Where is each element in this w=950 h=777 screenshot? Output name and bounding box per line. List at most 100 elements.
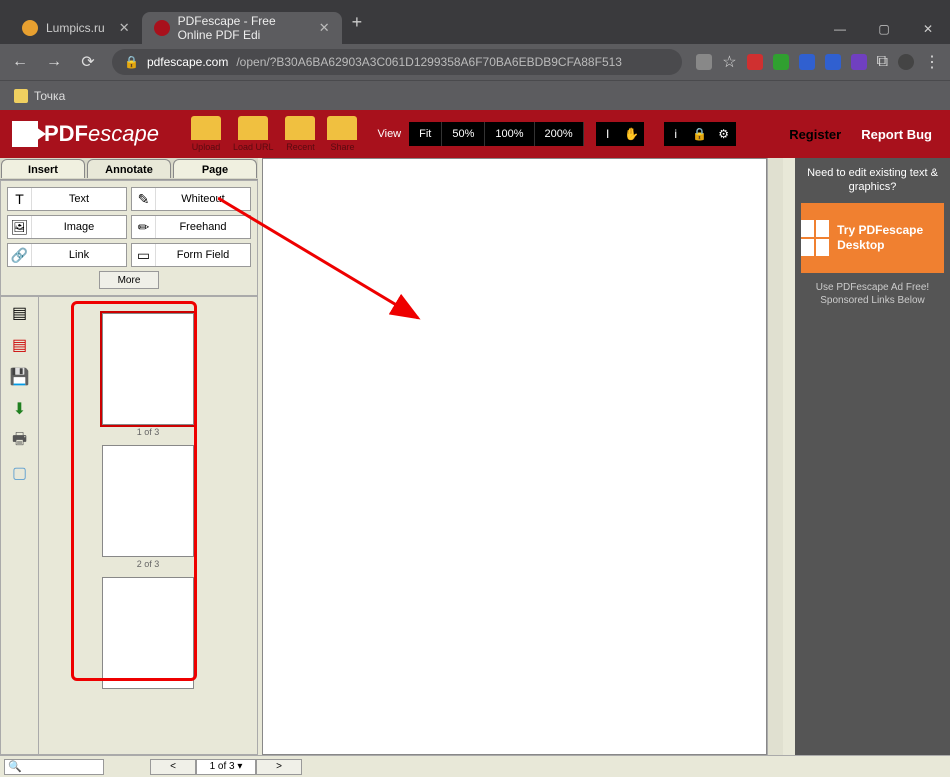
- translate-icon[interactable]: [696, 54, 712, 70]
- tab-insert[interactable]: Insert: [1, 159, 85, 178]
- url-field[interactable]: 🔒 pdfescape.com /open/?B30A6BA62903A3C06…: [112, 49, 682, 75]
- image-tool-button[interactable]: 🖼Image: [7, 215, 127, 239]
- page-select[interactable]: 1 of 3 ▾: [196, 759, 256, 775]
- page-thumbnail[interactable]: [102, 577, 194, 689]
- freehand-icon: ✏: [132, 216, 156, 238]
- settings-gear-icon[interactable]: ⚙: [712, 122, 736, 146]
- page-prev-button[interactable]: <: [150, 759, 196, 775]
- bookmarks-bar: Точка: [0, 80, 950, 110]
- header-links: Register Report Bug: [771, 127, 950, 142]
- try-desktop-button[interactable]: Try PDFescape Desktop: [801, 203, 944, 273]
- thumbnails-list[interactable]: 1 of 3 2 of 3: [39, 297, 257, 754]
- tab-annotate[interactable]: Annotate: [87, 159, 171, 178]
- register-link[interactable]: Register: [789, 127, 841, 142]
- tab-close-icon[interactable]: ✕: [119, 20, 130, 36]
- freehand-tool-button[interactable]: ✏Freehand: [131, 215, 251, 239]
- folder-share-icon: [327, 116, 357, 140]
- loadurl-button[interactable]: Load URL: [233, 116, 274, 152]
- window-maximize-button[interactable]: ▢: [862, 14, 906, 44]
- report-bug-link[interactable]: Report Bug: [861, 127, 932, 142]
- window-minimize-button[interactable]: —: [818, 14, 862, 44]
- pdf-panel-icon[interactable]: ▤: [10, 335, 30, 355]
- zoom-fit-button[interactable]: Fit: [409, 122, 442, 146]
- recent-button[interactable]: Recent: [285, 116, 315, 152]
- share-button[interactable]: Share: [327, 116, 357, 152]
- logo-icon: [12, 121, 38, 147]
- bookmark-folder-icon: [14, 89, 28, 103]
- info-icon[interactable]: i: [664, 122, 688, 146]
- hand-tool-icon[interactable]: ✋: [620, 122, 644, 146]
- browser-tab-pdfescape[interactable]: PDFescape - Free Online PDF Edi ✕: [142, 12, 342, 44]
- other-panel-icon[interactable]: ▢: [10, 463, 30, 483]
- zoom-100-button[interactable]: 100%: [485, 122, 534, 146]
- bookmark-link[interactable]: Точка: [34, 89, 65, 103]
- page-thumbnail[interactable]: [102, 313, 194, 425]
- thumb-caption: 2 of 3: [53, 559, 243, 569]
- app-logo[interactable]: PDFescape: [0, 121, 171, 147]
- zoom-50-button[interactable]: 50%: [442, 122, 485, 146]
- image-icon: 🖼: [8, 216, 32, 238]
- pdf-page[interactable]: [262, 158, 767, 755]
- sidebar-message: Need to edit existing text & graphics?: [801, 166, 944, 195]
- page-canvas[interactable]: [258, 158, 795, 755]
- left-rail: ▤ ▤ 💾 ⬇ 🖶 ▢: [1, 297, 39, 754]
- tab-close-icon[interactable]: ✕: [319, 20, 330, 36]
- favicon-icon: [22, 20, 38, 36]
- text-cursor-icon[interactable]: I: [596, 122, 620, 146]
- bookmark-star-icon[interactable]: ☆: [722, 52, 736, 72]
- browser-address-bar: ← → ⟳ 🔒 pdfescape.com /open/?B30A6BA6290…: [0, 44, 950, 80]
- favicon-icon: [154, 20, 170, 36]
- vertical-scrollbar[interactable]: [767, 158, 783, 755]
- tool-buttons: TText ✎Whiteout 🖼Image ✏Freehand 🔗Link ▭…: [0, 180, 258, 296]
- bottom-bar: 🔍 < 1 of 3 ▾ >: [0, 755, 950, 777]
- nav-forward-button[interactable]: →: [44, 53, 64, 71]
- text-tool-button[interactable]: TText: [7, 187, 127, 211]
- folder-upload-icon: [191, 116, 221, 140]
- main-area: Insert Annotate Page TText ✎Whiteout 🖼Im…: [0, 158, 950, 755]
- new-tab-button[interactable]: +: [342, 12, 373, 33]
- formfield-icon: ▭: [132, 244, 156, 266]
- browser-titlebar: Lumpics.ru ✕ PDFescape - Free Online PDF…: [0, 0, 950, 44]
- whiteout-tool-button[interactable]: ✎Whiteout: [131, 187, 251, 211]
- pager: < 1 of 3 ▾ >: [150, 759, 302, 775]
- print-icon[interactable]: 🖶: [10, 431, 30, 451]
- view-label: View: [377, 128, 401, 140]
- more-button[interactable]: More: [99, 271, 159, 289]
- link-tool-button[interactable]: 🔗Link: [7, 243, 127, 267]
- url-path: /open/?B30A6BA62903A3C061D1299358A6F70BA…: [236, 55, 622, 69]
- lock-icon: 🔒: [124, 55, 139, 69]
- ext-icon[interactable]: [799, 54, 815, 70]
- logo-escape: escape: [88, 121, 159, 146]
- profile-avatar-icon[interactable]: [898, 54, 914, 70]
- zoom-200-button[interactable]: 200%: [535, 122, 584, 146]
- lock-tool-icon[interactable]: 🔒: [688, 122, 712, 146]
- download-icon[interactable]: ⬇: [10, 399, 30, 419]
- browser-tabs: Lumpics.ru ✕ PDFescape - Free Online PDF…: [0, 0, 372, 44]
- search-icon: 🔍: [8, 760, 22, 773]
- nav-back-button[interactable]: ←: [10, 53, 30, 71]
- browser-tab-lumpics[interactable]: Lumpics.ru ✕: [10, 12, 142, 44]
- pages-panel-icon[interactable]: ▤: [10, 303, 30, 323]
- windows-icon: [801, 220, 829, 256]
- mode-tabs: Insert Annotate Page: [0, 158, 258, 180]
- thumb-caption: 1 of 3: [53, 427, 243, 437]
- thumbnails-pane: ▤ ▤ 💾 ⬇ 🖶 ▢ 1 of 3 2 of 3: [0, 296, 258, 755]
- menu-icon[interactable]: ⋮: [924, 52, 940, 72]
- reading-list-icon[interactable]: ⧉: [877, 53, 888, 71]
- upload-button[interactable]: Upload: [191, 116, 221, 152]
- page-thumbnail[interactable]: [102, 445, 194, 557]
- search-input[interactable]: 🔍: [4, 759, 104, 775]
- ext-icon[interactable]: [851, 54, 867, 70]
- link-icon: 🔗: [8, 244, 32, 266]
- ext-icon[interactable]: [773, 54, 789, 70]
- ext-icon[interactable]: [825, 54, 841, 70]
- header-tools: Upload Load URL Recent Share: [191, 116, 358, 152]
- formfield-tool-button[interactable]: ▭Form Field: [131, 243, 251, 267]
- ext-icon[interactable]: [747, 54, 763, 70]
- tab-page[interactable]: Page: [173, 159, 257, 178]
- save-icon[interactable]: 💾: [10, 367, 30, 387]
- page-next-button[interactable]: >: [256, 759, 302, 775]
- url-domain: pdfescape.com: [147, 55, 228, 69]
- nav-reload-button[interactable]: ⟳: [78, 52, 98, 72]
- window-close-button[interactable]: ✕: [906, 14, 950, 44]
